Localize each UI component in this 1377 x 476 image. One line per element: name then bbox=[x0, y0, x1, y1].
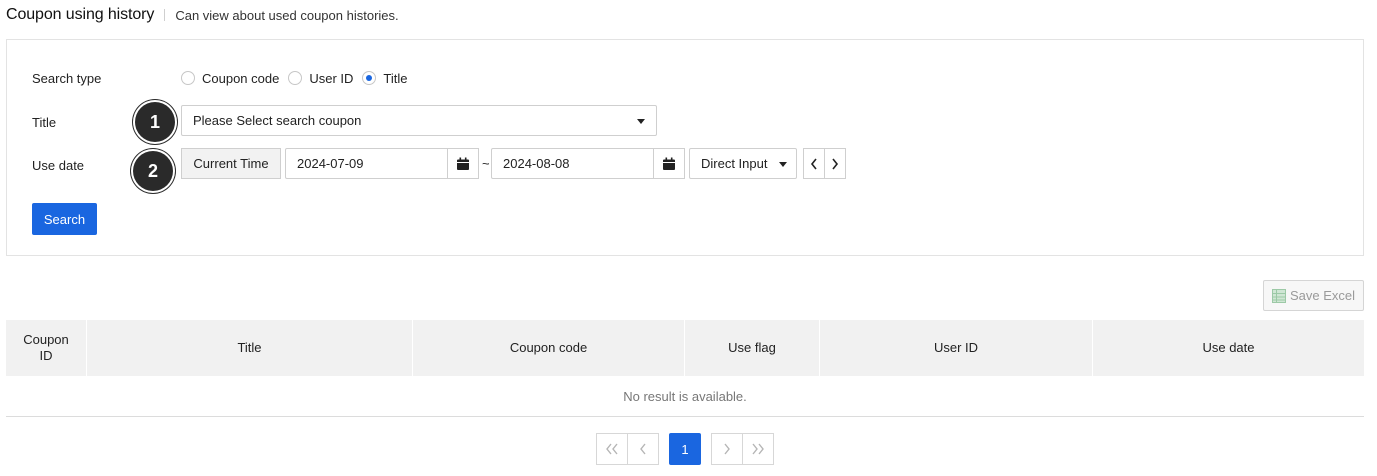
date-from-calendar-button[interactable] bbox=[447, 148, 479, 179]
period-select[interactable]: Direct Input bbox=[689, 148, 797, 179]
double-chevron-right-icon bbox=[752, 443, 764, 455]
chevron-right-icon bbox=[724, 443, 730, 455]
radio-circle-icon[interactable] bbox=[181, 71, 195, 85]
radio-coupon-code[interactable]: Coupon code bbox=[181, 71, 279, 86]
table-header: Coupon ID Title Coupon code Use flag Use… bbox=[6, 320, 1364, 376]
last-page-button[interactable] bbox=[742, 433, 774, 465]
radio-checked-icon[interactable] bbox=[362, 71, 377, 85]
radio-title[interactable]: Title bbox=[362, 71, 407, 86]
use-date-label: Use date bbox=[32, 158, 85, 173]
page-header: Coupon using history Can view about used… bbox=[6, 5, 399, 25]
radio-label: Coupon code bbox=[202, 70, 280, 86]
page-description: Can view about used coupon histories. bbox=[175, 7, 399, 23]
column-use-date[interactable]: Use date bbox=[1093, 320, 1364, 376]
chevron-left-icon bbox=[810, 158, 817, 169]
calendar-icon bbox=[457, 157, 469, 170]
column-coupon-id[interactable]: Coupon ID bbox=[6, 320, 87, 376]
search-type-label: Search type bbox=[32, 71, 102, 86]
date-to-input[interactable]: 2024-08-08 bbox=[491, 148, 685, 179]
chevron-left-icon bbox=[640, 443, 646, 455]
double-chevron-left-icon bbox=[606, 443, 618, 455]
search-panel: Search type Coupon code User ID Title Ti… bbox=[6, 39, 1364, 256]
column-use-flag[interactable]: Use flag bbox=[685, 320, 820, 376]
calendar-icon bbox=[663, 157, 675, 170]
column-title[interactable]: Title bbox=[87, 320, 413, 376]
column-user-id[interactable]: User ID bbox=[820, 320, 1093, 376]
chevron-right-icon bbox=[832, 158, 839, 169]
title-select-value: Please Select search coupon bbox=[193, 113, 362, 128]
search-type-radio-group: Coupon code User ID Title bbox=[181, 70, 416, 86]
save-excel-label: Save Excel bbox=[1289, 288, 1356, 303]
title-divider bbox=[164, 9, 166, 21]
title-label: Title bbox=[32, 115, 57, 130]
period-next-button[interactable] bbox=[824, 148, 846, 179]
step-badge-2: 2 bbox=[133, 151, 173, 191]
column-coupon-code[interactable]: Coupon code bbox=[413, 320, 685, 376]
spreadsheet-icon bbox=[1271, 288, 1286, 303]
prev-page-button[interactable] bbox=[627, 433, 659, 465]
date-to-value: 2024-08-08 bbox=[503, 156, 570, 171]
date-to-calendar-button[interactable] bbox=[653, 148, 685, 179]
step-badge-1: 1 bbox=[135, 102, 175, 142]
save-excel-button[interactable]: Save Excel bbox=[1263, 280, 1364, 311]
period-prev-button[interactable] bbox=[803, 148, 825, 179]
date-from-value: 2024-07-09 bbox=[297, 156, 364, 171]
current-time-button[interactable]: Current Time bbox=[181, 148, 281, 179]
date-from-input[interactable]: 2024-07-09 bbox=[285, 148, 479, 179]
radio-user-id[interactable]: User ID bbox=[288, 71, 353, 86]
caret-down-icon bbox=[637, 119, 645, 124]
next-page-button[interactable] bbox=[711, 433, 743, 465]
caret-down-icon bbox=[779, 162, 787, 167]
radio-circle-icon[interactable] bbox=[288, 71, 303, 85]
radio-label: Title bbox=[383, 70, 408, 86]
empty-result-message: No result is available. bbox=[6, 376, 1364, 417]
period-select-value: Direct Input bbox=[701, 156, 768, 171]
title-select[interactable]: Please Select search coupon bbox=[181, 105, 657, 136]
first-page-button[interactable] bbox=[596, 433, 628, 465]
page-button-current[interactable]: 1 bbox=[669, 433, 701, 465]
radio-label: User ID bbox=[309, 70, 354, 86]
date-separator: ~ bbox=[482, 156, 490, 171]
page-title: Coupon using history bbox=[6, 6, 155, 23]
search-button[interactable]: Search bbox=[32, 203, 97, 235]
